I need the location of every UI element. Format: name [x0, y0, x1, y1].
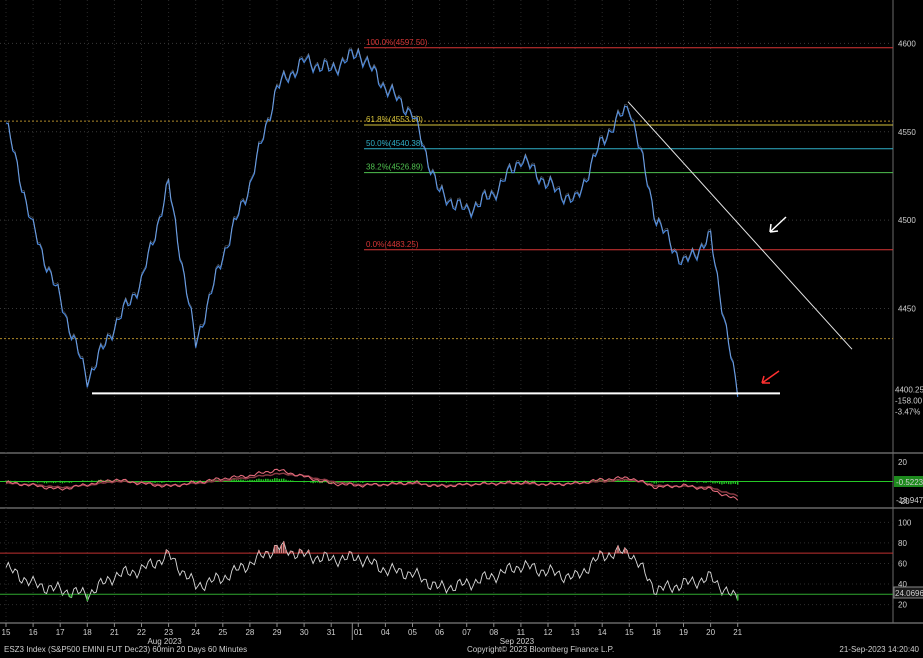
x-tick-label: 20 — [706, 628, 715, 637]
x-tick-label: 24 — [191, 628, 200, 637]
x-tick-label: 15 — [625, 628, 634, 637]
chart-canvas: 4450450045504600100.0%(4597.50)61.8%(455… — [0, 0, 923, 646]
x-tick-label: 05 — [408, 628, 417, 637]
x-tick-label: 25 — [218, 628, 227, 637]
x-tick-label: 04 — [381, 628, 390, 637]
momentum-last-value: -0.5223 — [896, 478, 923, 487]
x-tick-label: 31 — [327, 628, 336, 637]
price-ytick-label: 4500 — [898, 216, 916, 225]
footer-copyright: Copyright© 2023 Bloomberg Finance L.P. — [467, 645, 615, 654]
rsi-line — [5, 540, 739, 603]
last-pct-label: -3.47% — [895, 407, 920, 416]
price-ytick-label: 4550 — [898, 128, 916, 137]
fib-level-label: 38.2%(4526.89) — [366, 163, 423, 172]
momentum-ytick-label: 20 — [898, 458, 907, 467]
x-tick-label: 29 — [273, 628, 282, 637]
x-tick-label: 17 — [56, 628, 65, 637]
rsi-last-value: 24.0696 — [895, 589, 923, 598]
last-price-label: 4400.25 — [895, 385, 923, 394]
x-tick-label: 18 — [83, 628, 92, 637]
x-tick-label: 11 — [517, 628, 526, 637]
white-arrow-annotation — [769, 216, 787, 233]
x-tick-label: 08 — [489, 628, 498, 637]
chart-window: 4450 4500 4550 4600 100.0%(4597.50) 61.8%(455… — [0, 0, 923, 658]
momentum-fast-line — [5, 468, 739, 501]
price-ytick-label: 4600 — [898, 39, 916, 48]
rsi-ytick-label: 20 — [898, 601, 907, 610]
x-tick-label: 14 — [598, 628, 607, 637]
x-tick-label: 12 — [544, 628, 553, 637]
x-tick-label: 28 — [245, 628, 254, 637]
fib-level-label: 50.0%(4540.38) — [366, 139, 423, 148]
rsi-ytick-label: 80 — [898, 539, 907, 548]
footer-timestamp: 21-Sep-2023 14:20:40 — [839, 645, 919, 654]
red-arrow-annotation — [761, 370, 780, 384]
x-tick-label: 15 — [2, 628, 11, 637]
x-tick-label: 06 — [435, 628, 444, 637]
price-series-wick-overlay — [5, 46, 738, 396]
rsi-ytick-label: 60 — [898, 559, 907, 568]
fib-level-label: 100.0%(4597.50) — [366, 38, 428, 47]
x-tick-label: 16 — [29, 628, 38, 637]
momentum-last-value: -18.9473 — [896, 496, 923, 505]
last-change-label: -158.00 — [895, 396, 923, 405]
fib-level-label: 0.0%(4483.25) — [366, 240, 419, 249]
x-tick-label: 21 — [733, 628, 742, 637]
x-tick-label: 23 — [164, 628, 173, 637]
footer-security-info: ESZ3 Index (S&P500 EMINI FUT Dec23) 60mi… — [4, 645, 248, 654]
x-tick-label: 13 — [571, 628, 580, 637]
x-tick-label: 30 — [300, 628, 309, 637]
x-tick-label: 22 — [137, 628, 146, 637]
rsi-ytick-label: 100 — [898, 518, 912, 527]
x-tick-label: 21 — [110, 628, 119, 637]
x-tick-label: 18 — [652, 628, 661, 637]
x-tick-label: 19 — [679, 628, 688, 637]
x-tick-label: 07 — [462, 628, 471, 637]
x-tick-label: 01 — [354, 628, 363, 637]
price-ytick-label: 4450 — [898, 305, 916, 314]
